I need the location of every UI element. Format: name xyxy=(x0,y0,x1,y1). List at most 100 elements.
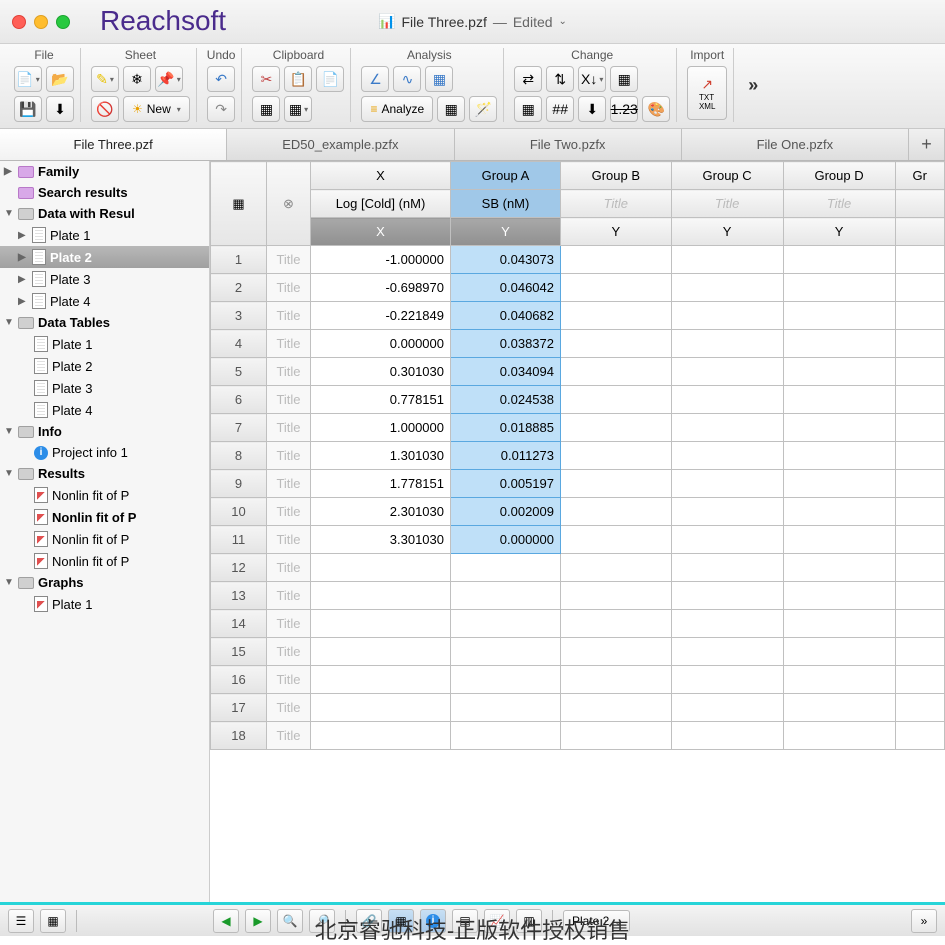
col-header-c[interactable]: Group C xyxy=(671,162,783,190)
table-row[interactable]: 5 Title 0.301030 0.034094 xyxy=(211,358,945,386)
change-btn-8[interactable]: 1.23 xyxy=(610,96,638,122)
export-button[interactable]: ⬇ xyxy=(46,96,74,122)
col-sub-b[interactable]: Y xyxy=(561,218,672,246)
new-file-button[interactable]: 📄▾ xyxy=(14,66,42,92)
table-row[interactable]: 2 Title -0.698970 0.046042 xyxy=(211,274,945,302)
col-header-more[interactable]: Gr xyxy=(895,162,944,190)
col-title-b[interactable]: Title xyxy=(561,190,672,218)
change-btn-6[interactable]: ## xyxy=(546,96,574,122)
change-btn-9[interactable]: 🎨 xyxy=(642,96,670,122)
table-row[interactable]: 18 Title xyxy=(211,722,945,750)
doc-tab-3[interactable]: File One.pzfx xyxy=(682,129,909,160)
delete-button[interactable]: 🚫 xyxy=(91,96,119,122)
col-header-b[interactable]: Group B xyxy=(561,162,672,190)
col-header-d[interactable]: Group D xyxy=(783,162,895,190)
tree-plate2-dr[interactable]: ▶Plate 2 xyxy=(0,246,209,268)
nonlin-fit-button[interactable]: ∿ xyxy=(393,66,421,92)
tree-nonlin-1[interactable]: Nonlin fit of P xyxy=(0,506,209,528)
table-row[interactable]: 8 Title 1.301030 0.011273 xyxy=(211,442,945,470)
table-row[interactable]: 9 Title 1.778151 0.005197 xyxy=(211,470,945,498)
redo-button[interactable]: ↷ xyxy=(207,96,235,122)
change-btn-4[interactable]: ▦ xyxy=(610,66,638,92)
undo-button[interactable]: ↶ xyxy=(207,66,235,92)
tree-search-results[interactable]: Search results xyxy=(0,182,209,203)
tree-info[interactable]: ▼Info xyxy=(0,421,209,442)
table-row[interactable]: 1 Title -1.000000 0.043073 xyxy=(211,246,945,274)
add-doc-tab-button[interactable]: + xyxy=(909,129,945,160)
change-btn-7[interactable]: ⬇ xyxy=(578,96,606,122)
zoom-button[interactable]: 🔍 xyxy=(277,909,303,933)
clipboard-btn-b[interactable]: ▦▾ xyxy=(284,96,312,122)
toolbar-overflow-button[interactable]: » xyxy=(738,48,768,122)
table-row[interactable]: 6 Title 0.778151 0.024538 xyxy=(211,386,945,414)
next-sheet-button[interactable]: ▶ xyxy=(245,909,271,933)
analyze-button[interactable]: ≡Analyze xyxy=(361,96,433,122)
paste-button[interactable]: 📄 xyxy=(316,66,344,92)
close-col-button[interactable]: ⊗ xyxy=(267,162,311,246)
tree-data-tables[interactable]: ▼Data Tables xyxy=(0,312,209,333)
col-title-a[interactable]: SB (nM) xyxy=(451,190,561,218)
table-row[interactable]: 12 Title xyxy=(211,554,945,582)
tree-graphs[interactable]: ▼Graphs xyxy=(0,572,209,593)
linear-fit-button[interactable]: ∠ xyxy=(361,66,389,92)
table-row[interactable]: 15 Title xyxy=(211,638,945,666)
tree-plate3-dr[interactable]: ▶Plate 3 xyxy=(0,268,209,290)
highlight-button[interactable]: ✎▾ xyxy=(91,66,119,92)
new-sheet-button[interactable]: ☀New▾ xyxy=(123,96,190,122)
table-corner-button[interactable]: ▦ xyxy=(211,162,267,246)
tree-nonlin-0[interactable]: Nonlin fit of P xyxy=(0,484,209,506)
table-row[interactable]: 10 Title 2.301030 0.002009 xyxy=(211,498,945,526)
doc-tab-2[interactable]: File Two.pzfx xyxy=(455,129,682,160)
wand-button[interactable]: 🪄 xyxy=(469,96,497,122)
col-title-x[interactable]: Log [Cold] (nM) xyxy=(311,190,451,218)
view-outline-button[interactable]: ☰ xyxy=(8,909,34,933)
tree-results[interactable]: ▼Results xyxy=(0,463,209,484)
view-grid-button[interactable]: ▦ xyxy=(40,909,66,933)
zoom-window-button[interactable] xyxy=(56,15,70,29)
tree-plate4-dt[interactable]: Plate 4 xyxy=(0,399,209,421)
tree-project-info[interactable]: iProject info 1 xyxy=(0,442,209,463)
tree-plate1-dt[interactable]: Plate 1 xyxy=(0,333,209,355)
table-row[interactable]: 17 Title xyxy=(211,694,945,722)
tree-plate1-dr[interactable]: ▶Plate 1 xyxy=(0,224,209,246)
col-sub-d[interactable]: Y xyxy=(783,218,895,246)
doc-tab-0[interactable]: File Three.pzf xyxy=(0,129,227,160)
tree-plate4-dr[interactable]: ▶Plate 4 xyxy=(0,290,209,312)
pin-button[interactable]: 📌▾ xyxy=(155,66,183,92)
col-header-x[interactable]: X xyxy=(311,162,451,190)
doc-tab-1[interactable]: ED50_example.pzfx xyxy=(227,129,454,160)
tree-data-with-results[interactable]: ▼Data with Resul xyxy=(0,203,209,224)
close-window-button[interactable] xyxy=(12,15,26,29)
table-row[interactable]: 7 Title 1.000000 0.018885 xyxy=(211,414,945,442)
table-row[interactable]: 14 Title xyxy=(211,610,945,638)
table-row[interactable]: 16 Title xyxy=(211,666,945,694)
analysis-sheet-button[interactable]: ▦ xyxy=(437,96,465,122)
tree-nonlin-3[interactable]: Nonlin fit of P xyxy=(0,550,209,572)
change-btn-5[interactable]: ▦ xyxy=(514,96,542,122)
table-row[interactable]: 3 Title -0.221849 0.040682 xyxy=(211,302,945,330)
col-header-a[interactable]: Group A xyxy=(451,162,561,190)
save-button[interactable]: 💾 xyxy=(14,96,42,122)
clipboard-btn-a[interactable]: ▦ xyxy=(252,96,280,122)
col-title-c[interactable]: Title xyxy=(671,190,783,218)
table-row[interactable]: 4 Title 0.000000 0.038372 xyxy=(211,330,945,358)
import-button[interactable]: ↗TXTXML xyxy=(687,66,727,120)
prev-sheet-button[interactable]: ◀ xyxy=(213,909,239,933)
tree-plate2-dt[interactable]: Plate 2 xyxy=(0,355,209,377)
open-file-button[interactable]: 📂 xyxy=(46,66,74,92)
col-sub-c[interactable]: Y xyxy=(671,218,783,246)
stats-button[interactable]: ▦ xyxy=(425,66,453,92)
data-table[interactable]: ▦ ⊗ X Group A Group B Group C Group D Gr… xyxy=(210,161,945,750)
statusbar-overflow-button[interactable]: » xyxy=(911,909,937,933)
freeze-button[interactable]: ❄ xyxy=(123,66,151,92)
col-sub-x[interactable]: X xyxy=(311,218,451,246)
tree-nonlin-2[interactable]: Nonlin fit of P xyxy=(0,528,209,550)
col-title-d[interactable]: Title xyxy=(783,190,895,218)
minimize-window-button[interactable] xyxy=(34,15,48,29)
copy-button[interactable]: 📋 xyxy=(284,66,312,92)
table-row[interactable]: 11 Title 3.301030 0.000000 xyxy=(211,526,945,554)
tree-family[interactable]: ▶Family xyxy=(0,161,209,182)
col-sub-a[interactable]: Y xyxy=(451,218,561,246)
change-btn-1[interactable]: ⇄ xyxy=(514,66,542,92)
table-row[interactable]: 13 Title xyxy=(211,582,945,610)
